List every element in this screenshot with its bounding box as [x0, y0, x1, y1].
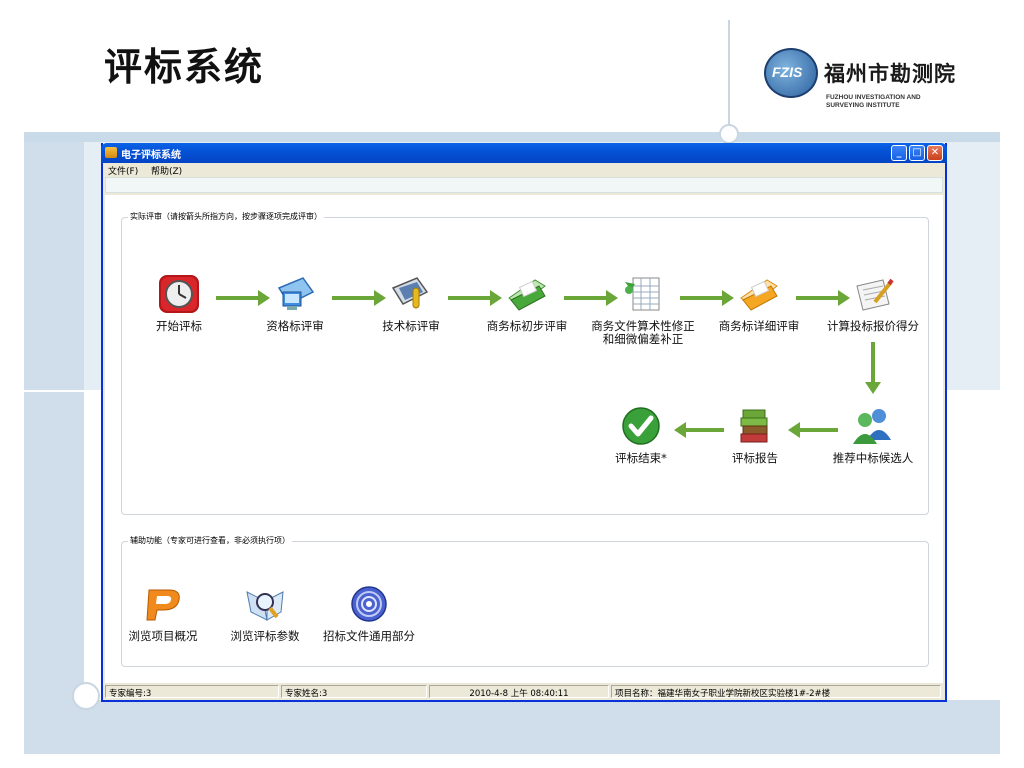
slide-divider-bottom: [24, 758, 1000, 759]
step-label: 商务标详细评审: [718, 319, 800, 333]
pen-paper-icon: [851, 274, 895, 314]
slide-title: 评标系统: [104, 45, 265, 89]
step-label: 商务标初步评审: [486, 319, 568, 333]
step-label: 推荐中标候选人: [832, 451, 914, 465]
aux-tender-general-section[interactable]: 招标文件通用部分: [314, 584, 424, 643]
step-review-end[interactable]: 评标结束*: [586, 406, 696, 465]
magnifier-icon: [243, 584, 287, 624]
maximize-button[interactable]: □: [909, 145, 925, 161]
app-icon: [105, 147, 117, 158]
step-start-review[interactable]: 开始评标: [124, 274, 234, 333]
toolbar: [105, 177, 943, 193]
close-button[interactable]: ✕: [927, 145, 943, 161]
checkmark-icon: [619, 406, 663, 446]
slide-vertical-line: [728, 20, 730, 132]
spreadsheet-icon: [621, 274, 665, 314]
logo-mark-text: FZIS: [772, 64, 803, 80]
fzis-logo-icon: FZIS: [764, 48, 818, 98]
step-business-detailed-review[interactable]: 商务标详细评审: [704, 274, 814, 333]
logo-name-cn: 福州市勘测院: [824, 62, 956, 86]
review-group-label: 实际评审（请按箭头所指方向，按步骤逐项完成评审）: [128, 211, 324, 222]
clock-icon: [157, 274, 201, 314]
minimize-button[interactable]: _: [891, 145, 907, 161]
review-group: 实际评审（请按箭头所指方向，按步骤逐项完成评审） 开始评标 资格标评审 技术标评…: [121, 211, 929, 515]
step-review-report[interactable]: 评标报告: [700, 406, 810, 465]
aux-group-label: 辅助功能（专家可进行查看，非必须执行项）: [128, 535, 292, 546]
step-label: 评标报告: [732, 451, 778, 465]
title-bar[interactable]: 电子评标系统 _ □ ✕: [101, 143, 947, 163]
step-technical-review[interactable]: 技术标评审: [356, 274, 466, 333]
step-label: 技术标评审: [382, 319, 440, 333]
aux-label: 浏览评标参数: [230, 629, 300, 643]
users-icon: [851, 406, 895, 446]
menu-help[interactable]: 帮助(Z): [151, 164, 182, 177]
slide-band-top: [24, 132, 1000, 142]
aux-label: 浏览项目概况: [128, 629, 198, 643]
step-arithmetic-correction[interactable]: 商务文件算术性修正 和细微偏差补正: [588, 274, 698, 346]
step-label: 评标结束*: [615, 451, 667, 465]
menu-bar: 文件(F) 帮助(Z): [103, 163, 945, 177]
slide-band-bottom: [24, 700, 1000, 754]
window-title: 电子评标系统: [121, 150, 181, 161]
step-label: 计算投标报价得分: [827, 319, 919, 333]
status-expert-name: 专家姓名:3: [281, 685, 427, 698]
aux-view-review-params[interactable]: 浏览评标参数: [210, 584, 320, 643]
status-expert-id: 专家编号:3: [105, 685, 279, 698]
aux-group: 辅助功能（专家可进行查看，非必须执行项） 浏览项目概况 浏览评标参数 招标文件通…: [121, 535, 929, 667]
green-folder-icon: [505, 274, 549, 314]
slide-divider: [24, 390, 84, 392]
step-label: 资格标评审: [266, 319, 324, 333]
books-icon: [733, 406, 777, 446]
orange-folder-icon: [737, 274, 781, 314]
decor-circle-top: [719, 124, 739, 144]
client-area: 实际评审（请按箭头所指方向，按步骤逐项完成评审） 开始评标 资格标评审 技术标评…: [105, 195, 943, 683]
status-datetime: 2010-4-8 上午 08:40:11: [429, 685, 609, 698]
step-recommend-candidate[interactable]: 推荐中标候选人: [818, 406, 928, 465]
institute-logo: FZIS 福州市勘测院 FUZHOU INVESTIGATION AND SUR…: [764, 44, 984, 124]
flow-arrow-down: [865, 342, 881, 394]
step-calculate-bid-score[interactable]: 计算投标报价得分: [818, 274, 928, 333]
slide-band-left: [24, 142, 84, 754]
step-business-initial-review[interactable]: 商务标初步评审: [472, 274, 582, 333]
step-qualification-review[interactable]: 资格标评审: [240, 274, 350, 333]
decor-circle-bottom: [72, 682, 100, 710]
aux-label: 招标文件通用部分: [323, 629, 415, 643]
menu-file[interactable]: 文件(F): [108, 164, 138, 177]
disc-icon: [347, 584, 391, 624]
app-window: 电子评标系统 _ □ ✕ 文件(F) 帮助(Z) 实际评审（请按箭头所指方向，按…: [101, 143, 947, 702]
step-label: 商务文件算术性修正 和细微偏差补正: [591, 319, 695, 346]
aux-view-project-overview[interactable]: 浏览项目概况: [108, 584, 218, 643]
status-bar: 专家编号:3 专家姓名:3 2010-4-8 上午 08:40:11 项目名称：…: [103, 683, 945, 700]
monitor-icon: [273, 274, 317, 314]
tech-disk-icon: [389, 274, 433, 314]
status-project-name: 项目名称：福建华南女子职业学院新校区实验楼1#-2#楼: [611, 685, 941, 698]
p-logo-icon: [141, 584, 185, 624]
logo-name-en: FUZHOU INVESTIGATION AND SURVEYING INSTI…: [826, 94, 921, 109]
step-label: 开始评标: [156, 319, 202, 333]
